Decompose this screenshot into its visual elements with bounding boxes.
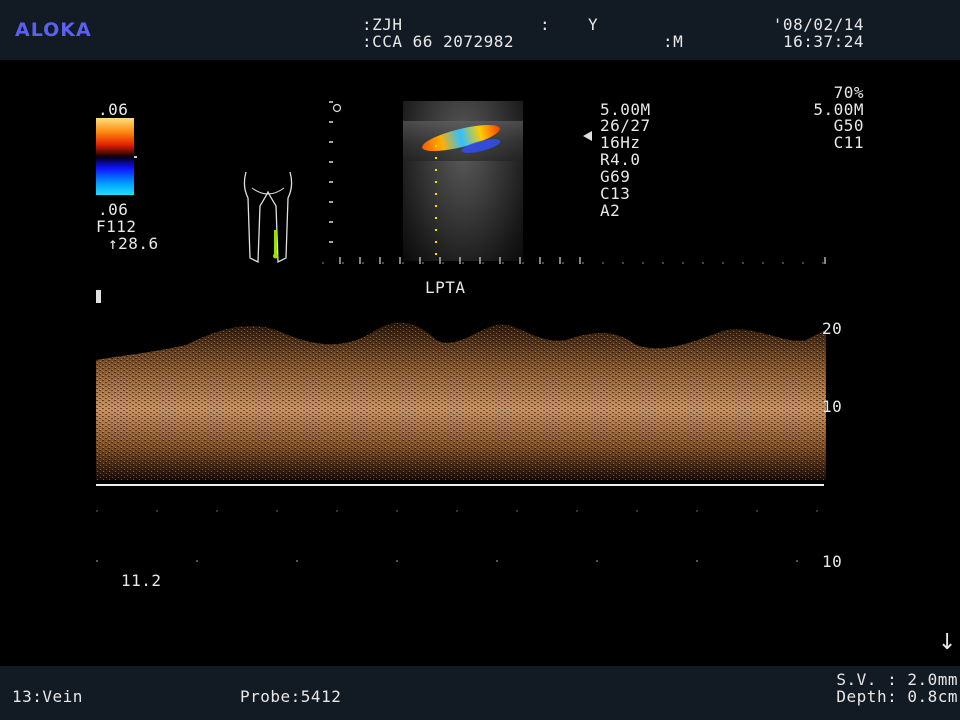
patient-id: :CCA 66 2072982: [362, 32, 514, 51]
scan-depth: Depth: 0.8cm: [836, 687, 958, 706]
legs-bodymark-icon: [243, 171, 293, 264]
velocity-scale-10-neg: 10: [822, 552, 843, 571]
lateral-scale: [322, 257, 828, 264]
param-right-contrast: C11: [833, 133, 864, 152]
param-right-gain: G50: [833, 116, 864, 135]
color-scale-bottom: .06: [98, 200, 129, 219]
patient-sex: Y: [588, 15, 599, 34]
doppler-left-value: 11.2: [121, 571, 162, 590]
param-power: 70%: [833, 83, 864, 102]
color-velocity-scale: [96, 118, 134, 195]
brand-logo: ALOKA: [15, 19, 92, 41]
exam-time: 16:37:24: [782, 32, 864, 51]
param-frame: 26/27: [600, 116, 651, 135]
bmode-image: [403, 101, 523, 261]
param-angle: A2: [600, 201, 621, 220]
guide-line-mid: [96, 510, 826, 512]
color-scale-zero: [134, 156, 137, 158]
patient-name: :ZJH: [362, 15, 403, 34]
param-rej: R4.0: [600, 150, 641, 169]
sample-volume: S.V. : 2.0mm: [836, 670, 958, 689]
color-scale-top: .06: [98, 100, 129, 119]
param-gain: G69: [600, 167, 631, 186]
focus-marker-icon: [583, 131, 592, 141]
patient-sep: :: [540, 15, 551, 34]
depth-scale: [329, 100, 342, 265]
preset-label: 13:Vein: [12, 687, 83, 706]
doppler-vessel-label: LPTA: [425, 278, 466, 297]
param-contrast: C13: [600, 184, 631, 203]
guide-line-lower: [96, 560, 826, 562]
velocity-scale-20: 20: [822, 319, 843, 338]
exam-date: '08/02/14: [772, 15, 864, 34]
color-angle: ↑28.6: [108, 234, 159, 253]
patient-age-unit: :M: [663, 32, 684, 51]
color-filter: F112: [96, 217, 137, 236]
param-prf: 16Hz: [600, 133, 641, 152]
doppler-spectrum: [96, 322, 826, 486]
arrow-down-icon: ↓: [938, 630, 957, 655]
probe-label: Probe:5412: [240, 687, 342, 706]
velocity-scale-10-pos: 10: [822, 397, 843, 416]
